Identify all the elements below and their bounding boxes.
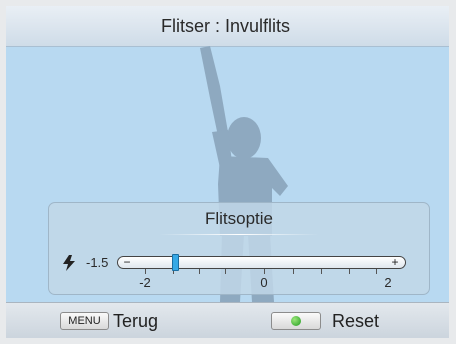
slider-tick [349, 269, 350, 274]
slider-tick [264, 269, 265, 274]
title-bar: Flitser : Invulflits [6, 6, 449, 47]
bottom-bar: MENU Terug Reset [6, 302, 449, 338]
camera-screen: Flitser : Invulflits Flitsoptie -1.5 − +… [0, 0, 456, 344]
increase-icon[interactable]: + [386, 256, 404, 269]
flash-option-panel: Flitsoptie -1.5 − + -2 0 2 [48, 202, 430, 295]
green-dot-icon [291, 316, 301, 326]
flash-icon [63, 255, 75, 271]
slider-tick [321, 269, 322, 274]
slider-thumb[interactable] [171, 254, 179, 271]
slider-tick [225, 269, 226, 274]
preview-area: Flitser : Invulflits Flitsoptie -1.5 − +… [6, 6, 449, 338]
scale-label-max: 2 [384, 275, 392, 290]
slider-tick [376, 269, 377, 274]
panel-divider [159, 234, 319, 235]
decrease-icon[interactable]: − [118, 256, 136, 269]
menu-button[interactable]: MENU [60, 312, 109, 330]
slider-tick [199, 269, 200, 274]
flash-slider[interactable] [117, 256, 406, 269]
scale-label-zero: 0 [260, 275, 268, 290]
slider-tick [145, 269, 146, 274]
scale-label-min: -2 [139, 275, 151, 290]
flash-value: -1.5 [86, 255, 109, 270]
back-label: Terug [113, 311, 159, 331]
slider-tick [293, 269, 294, 274]
panel-title: Flitsoptie [204, 209, 274, 228]
ok-button[interactable] [271, 312, 321, 330]
screen-title: Flitser : Invulflits [160, 15, 291, 36]
reset-label: Reset [332, 311, 380, 331]
